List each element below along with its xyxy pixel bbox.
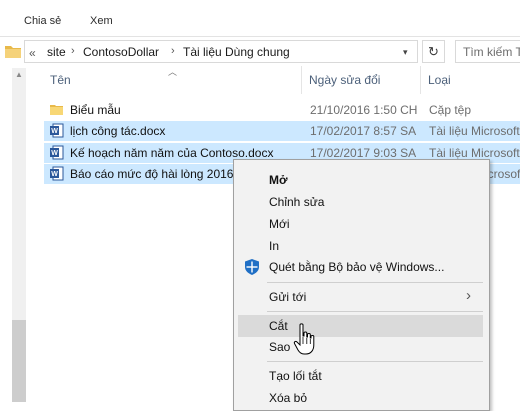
file-name: Báo cáo mức độ hài lòng 2016.d bbox=[70, 167, 244, 181]
hand-pointer-icon bbox=[293, 323, 315, 355]
menu-item-label: Cắt bbox=[269, 319, 288, 333]
file-row[interactable]: Biểu mẫu 21/10/2016 1:50 CH Cặp tệp bbox=[44, 100, 520, 120]
column-header-type[interactable]: Loại bbox=[428, 73, 451, 87]
address-bar[interactable]: « site › ContosoDollar › Tài liệu Dùng c… bbox=[24, 40, 418, 63]
menu-item-label: Sao bbox=[269, 340, 291, 354]
chevron-right-icon: › bbox=[466, 287, 471, 304]
chevron-right-icon[interactable]: › bbox=[71, 45, 75, 57]
menu-item-delete[interactable]: Xóa bỏ bbox=[234, 387, 489, 409]
menu-item-copy[interactable]: Sao bbox=[234, 336, 489, 358]
menu-item-label: Tạo lối tắt bbox=[269, 369, 322, 383]
windows-defender-icon bbox=[245, 259, 259, 275]
scrollbar-thumb[interactable] bbox=[12, 320, 26, 402]
column-divider[interactable] bbox=[420, 66, 421, 94]
file-name: lịch công tác.docx bbox=[70, 124, 166, 138]
svg-text:W: W bbox=[51, 150, 58, 157]
search-placeholder: Tìm kiếm T bbox=[463, 45, 520, 59]
search-input[interactable]: Tìm kiếm T bbox=[455, 40, 520, 63]
file-type: Cặp tệp bbox=[429, 103, 472, 117]
file-row[interactable]: W lịch công tác.docx 17/02/2017 8:57 SA … bbox=[44, 121, 520, 141]
menu-item-label: Chỉnh sửa bbox=[269, 195, 325, 209]
file-name: Biểu mẫu bbox=[70, 103, 121, 117]
svg-text:W: W bbox=[51, 171, 58, 178]
menu-item-send-to[interactable]: Gửi tới › bbox=[234, 286, 489, 308]
folder-icon bbox=[5, 46, 21, 58]
svg-text:W: W bbox=[51, 128, 58, 135]
refresh-icon: ↻ bbox=[428, 44, 439, 59]
file-date: 17/02/2017 8:57 SA bbox=[310, 124, 417, 138]
column-header-name[interactable]: Tên bbox=[50, 73, 71, 87]
address-row: « site › ContosoDollar › Tài liệu Dùng c… bbox=[0, 37, 520, 65]
menu-item-print[interactable]: In bbox=[234, 235, 489, 257]
menu-item-label: Mở bbox=[269, 173, 288, 187]
menu-item-create-shortcut[interactable]: Tạo lối tắt bbox=[234, 365, 489, 387]
ribbon: Chia sẻ Xem bbox=[0, 0, 520, 36]
menu-item-open[interactable]: Mở bbox=[234, 169, 489, 191]
menu-separator bbox=[267, 361, 483, 362]
menu-item-label: Quét bằng Bộ bảo vệ Windows... bbox=[269, 260, 445, 274]
word-doc-icon: W bbox=[50, 145, 64, 160]
context-menu: Mở Chỉnh sửa Mới In Quét bằng Bộ bảo vệ … bbox=[233, 159, 490, 411]
chevron-right-icon[interactable]: › bbox=[171, 45, 175, 57]
file-name: Kế hoạch năm năm của Contoso.docx bbox=[70, 146, 274, 160]
nav-scrollbar[interactable]: ▲ bbox=[12, 68, 26, 402]
sort-ascending-icon: ︿ bbox=[168, 67, 178, 77]
column-divider[interactable] bbox=[301, 66, 302, 94]
menu-item-label: Gửi tới bbox=[269, 290, 307, 304]
file-date: 17/02/2017 9:03 SA bbox=[310, 146, 417, 160]
menu-item-label: Mới bbox=[269, 217, 290, 231]
word-doc-icon: W bbox=[50, 123, 64, 138]
breadcrumb-site[interactable]: site bbox=[47, 45, 66, 59]
menu-separator bbox=[267, 282, 483, 283]
breadcrumb-overflow[interactable]: « bbox=[29, 46, 36, 60]
menu-item-edit[interactable]: Chỉnh sửa bbox=[234, 191, 489, 213]
tab-share[interactable]: Chia sẻ bbox=[24, 15, 61, 27]
menu-item-label: In bbox=[269, 239, 280, 253]
folder-icon bbox=[50, 105, 63, 115]
breadcrumb-shared-documents[interactable]: Tài liệu Dùng chung bbox=[183, 45, 290, 59]
file-type: Tài liệu Microsoft bbox=[429, 124, 520, 138]
menu-item-scan[interactable]: Quét bằng Bộ bảo vệ Windows... bbox=[234, 256, 489, 278]
menu-item-label: Xóa bỏ bbox=[269, 391, 308, 405]
word-doc-icon: W bbox=[50, 166, 64, 181]
breadcrumb-contosodollar[interactable]: ContosoDollar bbox=[83, 45, 159, 59]
file-date: 21/10/2016 1:50 CH bbox=[310, 103, 418, 117]
menu-item-cut[interactable]: Cắt bbox=[238, 315, 483, 337]
refresh-button[interactable]: ↻ bbox=[422, 40, 445, 63]
tab-view[interactable]: Xem bbox=[90, 15, 113, 27]
menu-separator bbox=[267, 311, 483, 312]
file-type: Tài liệu Microsoft bbox=[429, 146, 520, 160]
column-header-date[interactable]: Ngày sửa đổi bbox=[309, 73, 380, 87]
scroll-up-icon[interactable]: ▲ bbox=[15, 70, 23, 79]
chevron-down-icon[interactable]: ▾ bbox=[403, 47, 408, 58]
menu-item-new[interactable]: Mới bbox=[234, 213, 489, 235]
